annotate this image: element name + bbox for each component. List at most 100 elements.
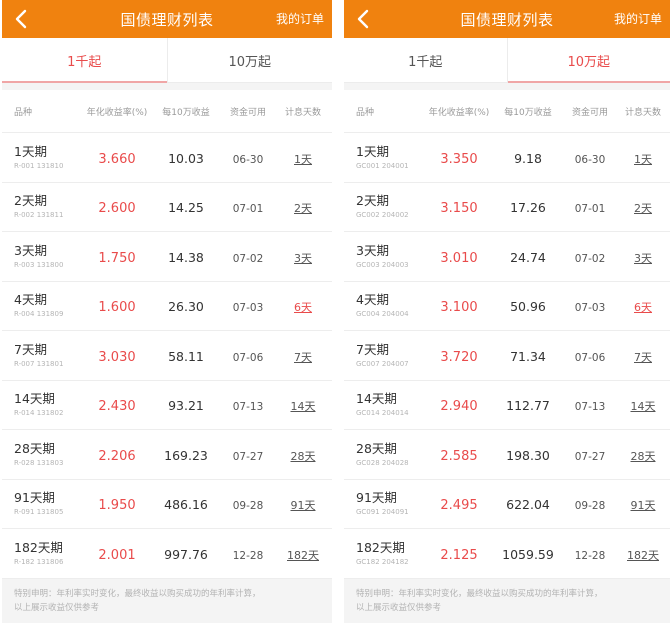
interest-days-link[interactable]: 182天 xyxy=(287,549,319,562)
product-code: GC004 204004 xyxy=(356,310,409,319)
product-cell: 182天期 GC182 204182 xyxy=(344,540,426,567)
earnings-per-100k: 93.21 xyxy=(168,398,204,414)
back-arrow-icon[interactable] xyxy=(12,7,32,31)
interest-days-link[interactable]: 182天 xyxy=(627,549,659,562)
tab-1k[interactable]: 1千起 xyxy=(344,38,507,82)
annual-rate: 2.001 xyxy=(98,547,136,563)
col-earn-header: 每10万收益 xyxy=(162,107,210,118)
interest-days-link[interactable]: 91天 xyxy=(631,499,656,512)
table-row[interactable]: 91天期 GC091 204091 2.495 622.04 09-28 91天 xyxy=(344,480,670,529)
right-panel: 国债理财列表 我的订单 1千起 10万起 品种 年化收益率(%) 每10万收益 … xyxy=(344,0,670,630)
funds-available-date: 09-28 xyxy=(232,500,264,513)
product-cell: 1天期 GC001 204001 xyxy=(344,144,426,171)
funds-available-date: 07-13 xyxy=(574,401,606,414)
table-header: 品种 年化收益率(%) 每10万收益 资金可用 计息天数 xyxy=(344,90,670,133)
interest-days-link[interactable]: 6天 xyxy=(294,301,312,314)
earnings-per-100k: 50.96 xyxy=(510,299,546,315)
annual-rate: 1.750 xyxy=(98,250,136,266)
earnings-per-100k: 997.76 xyxy=(164,546,208,562)
product-cell: 14天期 R-014 131802 xyxy=(2,391,84,418)
product-cell: 182天期 R-182 131806 xyxy=(2,540,84,567)
earnings-per-100k: 9.18 xyxy=(514,150,542,166)
product-cell: 2天期 GC002 204002 xyxy=(344,193,426,220)
tab-1k[interactable]: 1千起 xyxy=(2,38,167,83)
interest-days-link[interactable]: 7天 xyxy=(634,351,652,364)
product-code: GC002 204002 xyxy=(356,211,409,220)
left-panel: 国债理财列表 我的订单 1千起 10万起 品种 年化收益率(%) 每10万收益 … xyxy=(2,0,332,630)
back-arrow-icon[interactable] xyxy=(354,7,374,31)
product-code: R-182 131806 xyxy=(14,557,64,566)
interest-days-link[interactable]: 14天 xyxy=(631,400,656,413)
earnings-per-100k: 14.25 xyxy=(168,200,204,216)
table-row[interactable]: 7天期 GC007 204007 3.720 71.34 07-06 7天 xyxy=(344,331,670,381)
interest-days-link[interactable]: 1天 xyxy=(294,153,312,166)
disclaimer-line: 特别申明：年利率实时变化，最终收益以购买成功的年利率计算， xyxy=(356,588,603,599)
funds-available-date: 06-30 xyxy=(574,153,606,166)
table-row[interactable]: 1天期 GC001 204001 3.350 9.18 06-30 1天 xyxy=(344,133,670,183)
funds-available-date: 07-01 xyxy=(574,203,606,216)
interest-days-link[interactable]: 7天 xyxy=(294,351,312,364)
table-row[interactable]: 1天期 R-001 131810 3.660 10.03 06-30 1天 xyxy=(2,133,332,183)
earnings-per-100k: 486.16 xyxy=(164,497,208,513)
annual-rate: 3.720 xyxy=(440,349,478,365)
interest-days-link[interactable]: 28天 xyxy=(631,450,656,463)
divider xyxy=(2,83,332,90)
header: 国债理财列表 我的订单 xyxy=(2,0,332,38)
tab-bar: 1千起 10万起 xyxy=(2,38,332,83)
product-cell: 2天期 R-002 131811 xyxy=(2,193,84,220)
table-row[interactable]: 3天期 GC003 204003 3.010 24.74 07-02 3天 xyxy=(344,232,670,282)
table-row[interactable]: 14天期 R-014 131802 2.430 93.21 07-13 14天 xyxy=(2,381,332,430)
annual-rate: 3.010 xyxy=(440,250,478,266)
tab-100k[interactable]: 10万起 xyxy=(166,38,333,82)
interest-days-link[interactable]: 14天 xyxy=(291,400,316,413)
earnings-per-100k: 112.77 xyxy=(506,398,550,414)
product-code: R-001 131810 xyxy=(14,161,64,170)
funds-available-date: 07-27 xyxy=(574,450,606,463)
table-row[interactable]: 3天期 R-003 131800 1.750 14.38 07-02 3天 xyxy=(2,232,332,282)
my-orders-link[interactable]: 我的订单 xyxy=(614,10,662,27)
table-row[interactable]: 7天期 R-007 131801 3.030 58.11 07-06 7天 xyxy=(2,331,332,381)
earnings-per-100k: 1059.59 xyxy=(502,546,554,562)
product-cell: 28天期 R-028 131803 xyxy=(2,441,84,468)
funds-available-date: 07-13 xyxy=(232,401,264,414)
table-row[interactable]: 28天期 GC028 204028 2.585 198.30 07-27 28天 xyxy=(344,430,670,480)
interest-days-link[interactable]: 2天 xyxy=(294,202,312,215)
product-name: 182天期 xyxy=(356,539,405,555)
table-row[interactable]: 28天期 R-028 131803 2.206 169.23 07-27 28天 xyxy=(2,430,332,480)
interest-days-link[interactable]: 3天 xyxy=(634,252,652,265)
interest-days-link[interactable]: 6天 xyxy=(634,301,652,314)
product-code: R-091 131805 xyxy=(14,508,64,517)
product-name: 28天期 xyxy=(356,440,397,456)
product-name: 2天期 xyxy=(14,193,47,209)
tab-100k[interactable]: 10万起 xyxy=(506,38,670,83)
col-date-header: 资金可用 xyxy=(229,107,266,118)
col-date-header: 资金可用 xyxy=(571,107,608,118)
table-row[interactable]: 4天期 R-004 131809 1.600 26.30 07-03 6天 xyxy=(2,282,332,331)
annual-rate: 3.030 xyxy=(98,349,136,365)
interest-days-link[interactable]: 3天 xyxy=(294,252,312,265)
earnings-per-100k: 622.04 xyxy=(506,497,550,513)
funds-available-date: 07-03 xyxy=(574,302,606,315)
table-row[interactable]: 4天期 GC004 204004 3.100 50.96 07-03 6天 xyxy=(344,282,670,331)
my-orders-link[interactable]: 我的订单 xyxy=(276,10,324,27)
table-row[interactable]: 182天期 R-182 131806 2.001 997.76 12-28 182天 xyxy=(2,529,332,579)
product-code: GC091 204091 xyxy=(356,508,409,517)
table-row[interactable]: 2天期 R-002 131811 2.600 14.25 07-01 2天 xyxy=(2,183,332,232)
product-cell: 1天期 R-001 131810 xyxy=(2,144,84,171)
annual-rate: 1.600 xyxy=(98,300,136,316)
interest-days-link[interactable]: 91天 xyxy=(291,499,316,512)
product-name: 182天期 xyxy=(14,539,63,555)
product-cell: 7天期 R-007 131801 xyxy=(2,342,84,369)
table-row[interactable]: 182天期 GC182 204182 2.125 1059.59 12-28 182天 xyxy=(344,529,670,579)
interest-days-link[interactable]: 1天 xyxy=(634,153,652,166)
earnings-per-100k: 169.23 xyxy=(164,447,208,463)
interest-days-link[interactable]: 28天 xyxy=(291,450,316,463)
table-row[interactable]: 14天期 GC014 204014 2.940 112.77 07-13 14天 xyxy=(344,381,670,430)
panel-gap xyxy=(332,0,344,630)
table-row[interactable]: 91天期 R-091 131805 1.950 486.16 09-28 91天 xyxy=(2,480,332,529)
interest-days-link[interactable]: 2天 xyxy=(634,202,652,215)
table-row[interactable]: 2天期 GC002 204002 3.150 17.26 07-01 2天 xyxy=(344,183,670,232)
page-title: 国债理财列表 xyxy=(120,10,214,29)
earnings-per-100k: 198.30 xyxy=(506,447,550,463)
product-code: GC001 204001 xyxy=(356,161,409,170)
